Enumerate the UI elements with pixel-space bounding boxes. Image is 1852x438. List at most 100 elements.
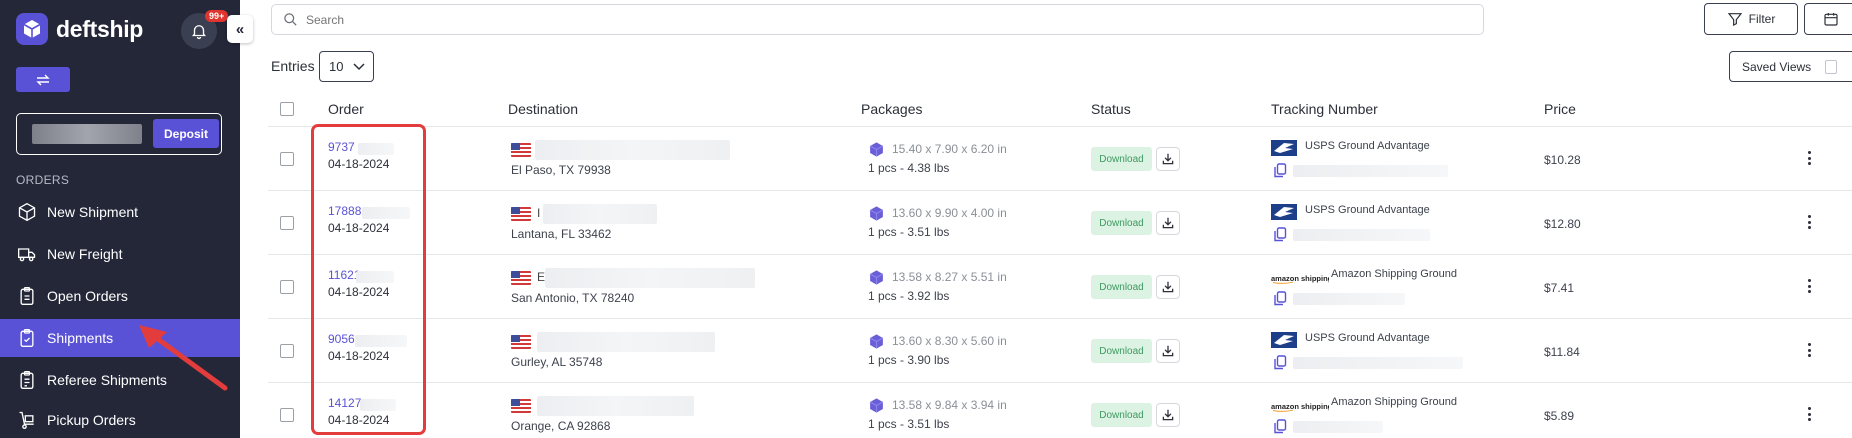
row-checkbox[interactable] — [280, 216, 294, 230]
package-cube-icon — [868, 333, 885, 355]
copy-icon[interactable] — [1274, 163, 1287, 183]
order-id-link[interactable]: 17888 — [328, 204, 361, 218]
copy-icon[interactable] — [1274, 227, 1287, 247]
calendar-icon — [1824, 13, 1838, 26]
row-actions-menu-icon[interactable] — [1806, 276, 1812, 296]
us-flag-icon — [511, 335, 531, 349]
table-row[interactable]: 17888 04-18-2024 I Lantana, FL 33462 13.… — [0, 190, 1852, 254]
column-header-destination[interactable]: Destination — [508, 101, 578, 117]
order-date: 04-18-2024 — [328, 221, 390, 235]
table-row[interactable]: 14127 04-18-2024 Orange, CA 92868 13.58 … — [0, 382, 1852, 438]
saved-views-button[interactable]: Saved Views — [1729, 51, 1852, 82]
order-id-redacted — [358, 143, 394, 155]
column-header-status[interactable]: Status — [1091, 101, 1131, 117]
download-icon — [1162, 153, 1174, 165]
carrier-service: USPS Ground Advantage — [1305, 204, 1430, 216]
order-id-redacted — [362, 207, 410, 219]
table-row[interactable]: 9056 04-18-2024 Gurley, AL 35748 13.60 x… — [0, 318, 1852, 382]
usps-eagle-icon — [1271, 140, 1297, 161]
notification-count-badge: 99+ — [205, 10, 229, 22]
tracking-number-redacted — [1293, 421, 1383, 433]
logo-cube-icon — [16, 13, 48, 45]
row-checkbox[interactable] — [280, 408, 294, 422]
table-row[interactable]: 11621 04-18-2024 E San Antonio, TX 78240… — [0, 254, 1852, 318]
order-id-link[interactable]: 14127 — [328, 396, 361, 410]
package-cube-icon — [868, 205, 885, 227]
download-label-button[interactable] — [1156, 211, 1180, 235]
column-header-packages[interactable]: Packages — [861, 101, 922, 117]
filter-button[interactable]: Filter — [1704, 3, 1798, 35]
row-checkbox[interactable] — [280, 152, 294, 166]
status-download-badge[interactable]: Download — [1091, 275, 1152, 299]
select-all-checkbox[interactable] — [280, 102, 294, 116]
us-flag-icon — [511, 271, 531, 285]
download-label-button[interactable] — [1156, 403, 1180, 427]
copy-icon[interactable] — [1274, 419, 1287, 438]
search-input[interactable] — [306, 12, 906, 27]
package-weight: 1 pcs - 3.51 lbs — [868, 417, 950, 431]
collapse-sidebar-button[interactable]: « — [227, 15, 253, 43]
amazon-shipping-logo: amazon shipping — [1271, 271, 1333, 289]
table-row[interactable]: 9737 04-18-2024 El Paso, TX 79938 15.40 … — [0, 126, 1852, 190]
status-download-badge[interactable]: Download — [1091, 211, 1152, 235]
order-id-link[interactable]: 9056 — [328, 332, 355, 346]
status-download-badge[interactable]: Download — [1091, 147, 1152, 171]
package-cube-icon — [868, 397, 885, 419]
bookmark-icon — [1825, 59, 1838, 74]
row-actions-menu-icon[interactable] — [1806, 212, 1812, 232]
us-flag-icon — [511, 207, 531, 221]
swap-arrows-icon — [36, 74, 50, 85]
status-download-badge[interactable]: Download — [1091, 403, 1152, 427]
status-download-badge[interactable]: Download — [1091, 339, 1152, 363]
row-actions-menu-icon[interactable] — [1806, 404, 1812, 424]
order-id-redacted — [356, 271, 394, 283]
carrier-service: USPS Ground Advantage — [1305, 140, 1430, 152]
price-value: $5.89 — [1544, 409, 1575, 423]
download-icon — [1162, 217, 1174, 229]
row-checkbox[interactable] — [280, 344, 294, 358]
funnel-icon — [1727, 13, 1742, 26]
carrier-service: Amazon Shipping Ground — [1331, 268, 1457, 280]
order-date: 04-18-2024 — [328, 413, 390, 427]
copy-icon[interactable] — [1274, 355, 1287, 375]
destination-city: San Antonio, TX 78240 — [511, 291, 635, 305]
row-checkbox[interactable] — [280, 280, 294, 294]
order-id-redacted — [360, 399, 396, 411]
download-label-button[interactable] — [1156, 147, 1180, 171]
brand-logo[interactable]: deftship — [16, 13, 143, 45]
entries-label: Entries — [271, 58, 315, 74]
bell-icon — [192, 25, 206, 40]
amazon-logo-text: amazon shipping — [1271, 402, 1329, 411]
switch-account-button[interactable] — [16, 67, 70, 92]
destination-city: El Paso, TX 79938 — [511, 163, 611, 177]
copy-icon[interactable] — [1274, 291, 1287, 311]
download-label-button[interactable] — [1156, 339, 1180, 363]
download-icon — [1162, 409, 1174, 421]
column-header-tracking-number[interactable]: Tracking Number — [1271, 101, 1378, 117]
order-id-link[interactable]: 9737 — [328, 140, 355, 154]
search-bar[interactable] — [271, 4, 1484, 35]
price-value: $10.28 — [1544, 153, 1581, 167]
download-icon — [1162, 345, 1174, 357]
download-label-button[interactable] — [1156, 275, 1180, 299]
download-icon — [1162, 281, 1174, 293]
entries-select[interactable]: 10 — [319, 51, 374, 82]
tracking-number-redacted — [1293, 293, 1405, 305]
price-value: $7.41 — [1544, 281, 1575, 295]
column-header-price[interactable]: Price — [1544, 101, 1576, 117]
date-range-button[interactable] — [1804, 3, 1852, 35]
entries-value: 10 — [329, 59, 344, 74]
destination-name: E — [537, 270, 546, 284]
pointer-arrow-annotation — [139, 325, 228, 391]
column-header-order[interactable]: Order — [328, 101, 364, 117]
destination-name-redacted — [537, 396, 694, 416]
brand-name: deftship — [56, 15, 144, 42]
package-cube-icon — [868, 141, 885, 163]
amazon-shipping-logo: amazon shipping — [1271, 399, 1333, 417]
package-weight: 1 pcs - 3.51 lbs — [868, 225, 950, 239]
order-date: 04-18-2024 — [328, 157, 390, 171]
row-actions-menu-icon[interactable] — [1806, 148, 1812, 168]
search-icon — [284, 13, 297, 26]
tracking-number-redacted — [1293, 165, 1448, 177]
row-actions-menu-icon[interactable] — [1806, 340, 1812, 360]
